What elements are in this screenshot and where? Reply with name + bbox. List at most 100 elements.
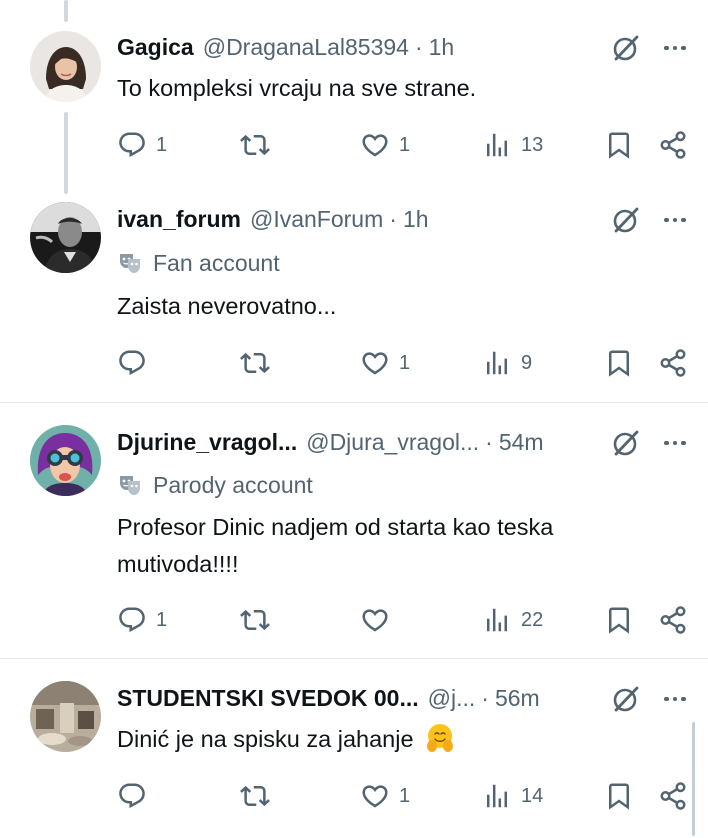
- repost-button[interactable]: [240, 602, 279, 638]
- bookmark-icon: [604, 348, 634, 378]
- like-icon: [360, 781, 390, 811]
- repost-icon: [240, 605, 270, 635]
- display-name[interactable]: ivan_forum: [117, 206, 241, 233]
- tweet-actions: 1 9: [0, 345, 708, 381]
- share-icon: [658, 130, 688, 160]
- like-icon: [360, 130, 390, 160]
- theater-mask-icon: [117, 472, 143, 498]
- tweet-text: Dinić je na spisku za jahanje: [117, 726, 414, 752]
- reply-icon: [117, 781, 147, 811]
- tweet-actions: 1 1 13: [0, 127, 708, 163]
- views-icon: [482, 781, 512, 811]
- views-button[interactable]: 14: [482, 778, 543, 814]
- like-button[interactable]: [360, 602, 399, 638]
- timestamp[interactable]: 54m: [499, 429, 544, 456]
- like-button[interactable]: 1: [360, 127, 410, 163]
- tweet-text: Profesor Dinic nadjem od starta kao tesk…: [117, 514, 554, 577]
- grok-icon[interactable]: [610, 32, 642, 64]
- tweet-text: Zaista neverovatno...: [117, 293, 337, 319]
- like-icon: [360, 605, 390, 635]
- avatar[interactable]: [30, 425, 101, 496]
- tweet-djurine-vragol[interactable]: Djurine_vragol... @Djura_vragol... · 54m…: [0, 402, 708, 658]
- bookmark-button[interactable]: [604, 127, 634, 163]
- share-button[interactable]: [658, 778, 688, 814]
- reply-count: 1: [156, 608, 168, 631]
- more-icon[interactable]: [660, 684, 690, 714]
- reply-button[interactable]: 1: [117, 127, 167, 163]
- grok-icon[interactable]: [610, 683, 642, 715]
- timestamp[interactable]: 56m: [495, 685, 540, 712]
- tweet-header: Djurine_vragol... @Djura_vragol... · 54m: [117, 427, 544, 457]
- avatar[interactable]: [30, 681, 101, 752]
- share-button[interactable]: [658, 127, 688, 163]
- timestamp[interactable]: 1h: [429, 34, 455, 61]
- like-count: 1: [399, 351, 411, 374]
- display-name[interactable]: STUDENTSKI SVEDOK 00...: [117, 685, 419, 712]
- share-button[interactable]: [658, 602, 688, 638]
- like-count: 1: [399, 784, 411, 807]
- like-button[interactable]: 1: [360, 778, 410, 814]
- user-handle[interactable]: @DraganaLal85394: [203, 34, 409, 61]
- account-label[interactable]: Fan account: [117, 248, 280, 278]
- view-count: 22: [521, 608, 544, 631]
- tweet-header: STUDENTSKI SVEDOK 00... @j... · 56m: [117, 683, 540, 713]
- view-count: 9: [521, 351, 533, 374]
- tweet-ivan-forum[interactable]: ivan_forum @IvanForum · 1h Fan account Z…: [0, 200, 708, 402]
- like-icon: [360, 348, 390, 378]
- repost-button[interactable]: [240, 778, 279, 814]
- timestamp[interactable]: 1h: [403, 206, 429, 233]
- tweet-actions: 1 22: [0, 602, 708, 638]
- more-icon[interactable]: [660, 428, 690, 458]
- theater-mask-icon: [117, 250, 143, 276]
- hugging-face-emoji: [427, 724, 454, 752]
- more-icon[interactable]: [660, 205, 690, 235]
- separator: ·: [485, 428, 493, 455]
- reply-icon: [117, 348, 147, 378]
- bookmark-button[interactable]: [604, 778, 634, 814]
- user-handle[interactable]: @Djura_vragol...: [306, 429, 479, 456]
- bookmark-button[interactable]: [604, 602, 634, 638]
- display-name[interactable]: Djurine_vragol...: [117, 429, 297, 456]
- repost-icon: [240, 130, 270, 160]
- tweet-header: Gagica @DraganaLal85394 · 1h: [117, 32, 454, 62]
- view-count: 14: [521, 784, 544, 807]
- separator: ·: [389, 205, 397, 232]
- avatar[interactable]: [30, 31, 101, 102]
- avatar[interactable]: [30, 202, 101, 273]
- view-count: 13: [521, 133, 544, 156]
- reply-button[interactable]: [117, 345, 156, 381]
- scrollbar[interactable]: [692, 722, 695, 836]
- like-button[interactable]: 1: [360, 345, 410, 381]
- display-name[interactable]: Gagica: [117, 34, 194, 61]
- tweet-studentski-svedok[interactable]: STUDENTSKI SVEDOK 00... @j... · 56m Dini…: [0, 658, 708, 838]
- account-label[interactable]: Parody account: [117, 470, 313, 500]
- bookmark-icon: [604, 130, 634, 160]
- views-button[interactable]: 9: [482, 345, 532, 381]
- reply-button[interactable]: 1: [117, 602, 167, 638]
- user-handle[interactable]: @j...: [428, 685, 476, 712]
- repost-button[interactable]: [240, 345, 279, 381]
- views-icon: [482, 130, 512, 160]
- share-icon: [658, 348, 688, 378]
- share-icon: [658, 781, 688, 811]
- separator: ·: [481, 684, 489, 711]
- reply-button[interactable]: [117, 778, 156, 814]
- views-icon: [482, 605, 512, 635]
- reply-icon: [117, 605, 147, 635]
- share-button[interactable]: [658, 345, 688, 381]
- grok-icon[interactable]: [610, 427, 642, 459]
- reply-icon: [117, 130, 147, 160]
- views-button[interactable]: 13: [482, 127, 543, 163]
- bookmark-icon: [604, 781, 634, 811]
- like-count: 1: [399, 133, 411, 156]
- views-button[interactable]: 22: [482, 602, 543, 638]
- tweet-gagica[interactable]: Gagica @DraganaLal85394 · 1h To kompleks…: [0, 0, 708, 200]
- tweet-header: ivan_forum @IvanForum · 1h: [117, 204, 429, 234]
- grok-icon[interactable]: [610, 204, 642, 236]
- bookmark-button[interactable]: [604, 345, 634, 381]
- account-label-text: Parody account: [153, 471, 313, 498]
- tweet-actions: 1 14: [0, 778, 708, 814]
- more-icon[interactable]: [660, 33, 690, 63]
- user-handle[interactable]: @IvanForum: [250, 206, 383, 233]
- repost-button[interactable]: [240, 127, 279, 163]
